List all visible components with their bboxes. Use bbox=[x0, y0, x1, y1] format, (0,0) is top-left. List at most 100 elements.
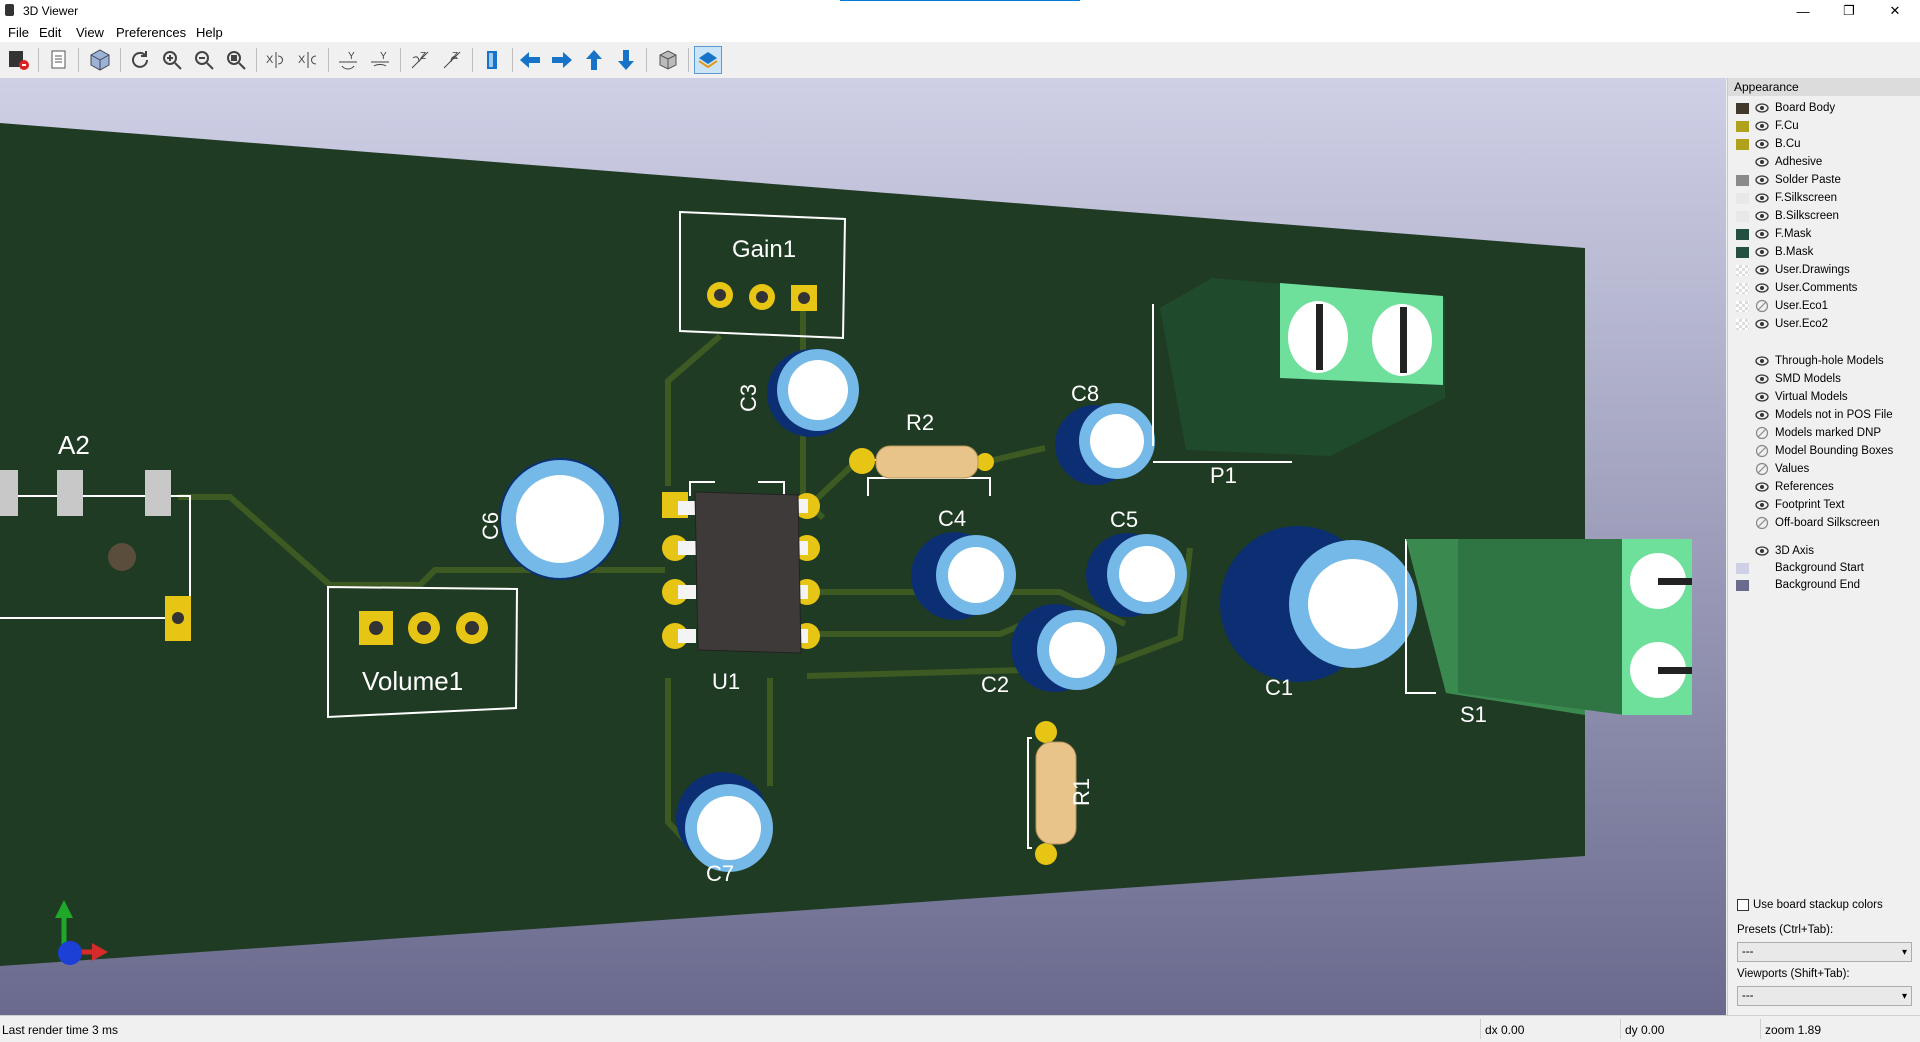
layer-row-layer-10[interactable]: User.Comments bbox=[1736, 279, 1857, 297]
color-swatch[interactable] bbox=[1736, 210, 1749, 222]
menu-file[interactable]: File bbox=[8, 25, 29, 40]
color-swatch[interactable] bbox=[1736, 428, 1749, 439]
toggle-layers-icon[interactable] bbox=[694, 46, 722, 74]
eye-icon[interactable] bbox=[1755, 354, 1769, 368]
color-swatch[interactable] bbox=[1736, 192, 1749, 204]
eye-hidden-icon[interactable] bbox=[1755, 426, 1769, 440]
color-swatch[interactable] bbox=[1736, 464, 1749, 475]
color-swatch[interactable] bbox=[1736, 318, 1749, 330]
eye-icon[interactable] bbox=[1755, 173, 1769, 187]
menu-help[interactable]: Help bbox=[196, 25, 223, 40]
color-swatch[interactable] bbox=[1736, 562, 1749, 574]
color-swatch[interactable] bbox=[1736, 500, 1749, 511]
color-swatch[interactable] bbox=[1736, 482, 1749, 493]
eye-icon[interactable] bbox=[1755, 498, 1769, 512]
flip-board-icon[interactable] bbox=[478, 46, 506, 74]
move-down-icon[interactable] bbox=[612, 46, 640, 74]
layer-row-layer-5[interactable]: F.Silkscreen bbox=[1736, 189, 1837, 207]
menu-view[interactable]: View bbox=[76, 25, 104, 40]
layer-row-layer-9[interactable]: User.Drawings bbox=[1736, 261, 1850, 279]
layer-row-model-3[interactable]: Models not in POS File bbox=[1736, 406, 1893, 424]
color-swatch[interactable] bbox=[1736, 282, 1749, 294]
layer-row-extra-0[interactable]: Values bbox=[1736, 460, 1809, 478]
layer-row-extra-1[interactable]: References bbox=[1736, 478, 1834, 496]
rotate-x-ccw-icon[interactable]: X bbox=[294, 46, 322, 74]
menu-preferences[interactable]: Preferences bbox=[116, 25, 186, 40]
raytracing-icon[interactable] bbox=[86, 46, 114, 74]
stackup-colors-option[interactable]: Use board stackup colors bbox=[1737, 899, 1883, 911]
reload-board-icon[interactable] bbox=[5, 46, 33, 74]
stackup-colors-checkbox[interactable] bbox=[1737, 899, 1749, 911]
move-up-icon[interactable] bbox=[580, 46, 608, 74]
color-swatch[interactable] bbox=[1736, 579, 1749, 591]
layer-row-layer-7[interactable]: F.Mask bbox=[1736, 225, 1811, 243]
color-swatch[interactable] bbox=[1736, 518, 1749, 529]
layer-row-model-1[interactable]: SMD Models bbox=[1736, 370, 1841, 388]
layer-row-layer-0[interactable]: Board Body bbox=[1736, 99, 1835, 117]
close-button[interactable]: ✕ bbox=[1872, 0, 1918, 22]
viewports-select[interactable]: --- ▾ bbox=[1737, 986, 1912, 1006]
eye-icon[interactable] bbox=[1755, 209, 1769, 223]
color-swatch[interactable] bbox=[1736, 374, 1749, 385]
layer-row-layer-3[interactable]: Adhesive bbox=[1736, 153, 1822, 171]
eye-icon[interactable] bbox=[1755, 245, 1769, 259]
eye-icon[interactable] bbox=[1755, 390, 1769, 404]
color-swatch[interactable] bbox=[1736, 157, 1749, 168]
eye-hidden-icon[interactable] bbox=[1755, 516, 1769, 530]
layer-row-model-2[interactable]: Virtual Models bbox=[1736, 388, 1848, 406]
eye-icon[interactable] bbox=[1755, 101, 1769, 115]
eye-icon[interactable] bbox=[1755, 155, 1769, 169]
eye-hidden-icon[interactable] bbox=[1755, 462, 1769, 476]
color-swatch[interactable] bbox=[1736, 446, 1749, 457]
layer-row-layer-11[interactable]: User.Eco1 bbox=[1736, 297, 1828, 315]
ortho-icon[interactable] bbox=[654, 46, 682, 74]
color-swatch[interactable] bbox=[1736, 264, 1749, 276]
layer-row-model-0[interactable]: Through-hole Models bbox=[1736, 352, 1884, 370]
eye-icon[interactable] bbox=[1755, 408, 1769, 422]
eye-hidden-icon[interactable] bbox=[1755, 299, 1769, 313]
color-swatch[interactable] bbox=[1736, 300, 1749, 312]
eye-icon[interactable] bbox=[1755, 480, 1769, 494]
eye-icon[interactable] bbox=[1755, 137, 1769, 151]
3d-canvas[interactable]: Gain1 Volume1 U1 A2 C1 C2 C3 C4 C5 C6 C7… bbox=[0, 78, 1726, 1015]
layer-row-extra-3[interactable]: Off-board Silkscreen bbox=[1736, 514, 1880, 532]
zoom-in-icon[interactable] bbox=[158, 46, 186, 74]
copy-image-icon[interactable] bbox=[45, 46, 73, 74]
layer-row-layer-12[interactable]: User.Eco2 bbox=[1736, 315, 1828, 333]
refresh-icon[interactable] bbox=[126, 46, 154, 74]
color-swatch[interactable] bbox=[1736, 410, 1749, 421]
color-swatch[interactable] bbox=[1736, 356, 1749, 367]
layer-row-layer-4[interactable]: Solder Paste bbox=[1736, 171, 1841, 189]
menu-edit[interactable]: Edit bbox=[39, 25, 61, 40]
minimize-button[interactable]: — bbox=[1780, 0, 1826, 22]
restore-button[interactable]: ❐ bbox=[1826, 0, 1872, 22]
color-swatch[interactable] bbox=[1736, 228, 1749, 240]
color-swatch[interactable] bbox=[1736, 120, 1749, 132]
layer-row-extra-2[interactable]: Footprint Text bbox=[1736, 496, 1844, 514]
eye-icon[interactable] bbox=[1755, 263, 1769, 277]
zoom-fit-icon[interactable] bbox=[222, 46, 250, 74]
rotate-z-ccw-icon[interactable]: Z bbox=[438, 46, 466, 74]
eye-hidden-icon[interactable] bbox=[1755, 444, 1769, 458]
rotate-y-cw-icon[interactable]: Y bbox=[334, 46, 362, 74]
layer-row-model-5[interactable]: Model Bounding Boxes bbox=[1736, 442, 1893, 460]
eye-icon[interactable] bbox=[1755, 191, 1769, 205]
color-swatch[interactable] bbox=[1736, 102, 1749, 114]
color-swatch[interactable] bbox=[1736, 246, 1749, 258]
layer-row-background-1[interactable]: Background End bbox=[1736, 576, 1860, 594]
layer-row-layer-8[interactable]: B.Mask bbox=[1736, 243, 1813, 261]
rotate-x-cw-icon[interactable]: X bbox=[262, 46, 290, 74]
color-swatch[interactable] bbox=[1736, 174, 1749, 186]
move-right-icon[interactable] bbox=[548, 46, 576, 74]
layer-row-layer-6[interactable]: B.Silkscreen bbox=[1736, 207, 1839, 225]
color-swatch[interactable] bbox=[1736, 392, 1749, 403]
color-swatch[interactable] bbox=[1736, 138, 1749, 150]
layer-row-axis[interactable]: 3D Axis bbox=[1736, 542, 1814, 560]
zoom-out-icon[interactable] bbox=[190, 46, 218, 74]
eye-icon[interactable] bbox=[1755, 544, 1769, 558]
rotate-y-ccw-icon[interactable]: Y bbox=[366, 46, 394, 74]
rotate-z-cw-icon[interactable]: Z bbox=[406, 46, 434, 74]
layer-row-layer-1[interactable]: F.Cu bbox=[1736, 117, 1799, 135]
layer-row-layer-2[interactable]: B.Cu bbox=[1736, 135, 1801, 153]
move-left-icon[interactable] bbox=[516, 46, 544, 74]
